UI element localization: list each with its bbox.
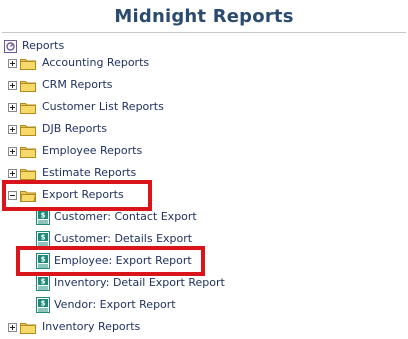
folder-icon: [20, 102, 36, 114]
folder-djb-reports[interactable]: DJB Reports: [8, 119, 107, 139]
report-icon: $: [36, 275, 50, 291]
title-divider: [2, 32, 406, 33]
folder-icon: [20, 168, 36, 180]
folder-label: DJB Reports: [42, 122, 107, 135]
expand-plus-icon[interactable]: [8, 80, 17, 90]
report-label: Employee: Export Report: [54, 254, 192, 267]
report-icon: $: [36, 231, 50, 247]
report-label: Customer: Details Export: [54, 232, 193, 245]
page-title: Midnight Reports: [114, 6, 294, 27]
folder-icon: [20, 58, 36, 70]
svg-text:$: $: [41, 234, 46, 242]
folder-inventory-reports[interactable]: Inventory Reports: [8, 317, 140, 337]
folder-label: Estimate Reports: [42, 166, 137, 179]
report-icon: $: [36, 253, 50, 269]
report-label: Customer: Contact Export: [54, 210, 197, 223]
expand-plus-icon[interactable]: [8, 124, 17, 134]
report-icon: $: [36, 297, 50, 313]
expand-plus-icon[interactable]: [8, 58, 17, 68]
folder-label: Customer List Reports: [42, 100, 164, 113]
expand-plus-icon[interactable]: [8, 102, 17, 112]
report-icon: $: [36, 209, 50, 225]
reports-root-icon: [4, 39, 17, 53]
report-label: Vendor: Export Report: [54, 298, 176, 311]
folder-icon: [20, 146, 36, 158]
folder-customer-list-reports[interactable]: Customer List Reports: [8, 97, 164, 117]
folder-open-icon: [20, 190, 36, 202]
report-customer-contact-export[interactable]: $ Customer: Contact Export: [36, 207, 197, 227]
svg-text:$: $: [41, 212, 46, 220]
folder-accounting-reports[interactable]: Accounting Reports: [8, 53, 149, 73]
folder-crm-reports[interactable]: CRM Reports: [8, 75, 113, 95]
expand-plus-icon[interactable]: [8, 168, 17, 178]
folder-export-reports[interactable]: Export Reports: [8, 185, 124, 205]
folder-estimate-reports[interactable]: Estimate Reports: [8, 163, 136, 183]
svg-text:$: $: [41, 278, 46, 286]
folder-icon: [20, 322, 36, 334]
report-inventory-detail-export-report[interactable]: $ Inventory: Detail Export Report: [36, 273, 225, 293]
collapse-minus-icon[interactable]: [8, 190, 17, 200]
folder-label: CRM Reports: [42, 78, 113, 91]
folder-label: Export Reports: [42, 188, 124, 201]
svg-text:$: $: [41, 300, 46, 308]
midnight-reports-page: Midnight Reports Reports Accounting Repo…: [0, 0, 408, 339]
expand-plus-icon[interactable]: [8, 146, 17, 156]
folder-label: Inventory Reports: [42, 320, 141, 333]
report-vendor-export-report[interactable]: $ Vendor: Export Report: [36, 295, 176, 315]
folder-employee-reports[interactable]: Employee Reports: [8, 141, 142, 161]
svg-text:$: $: [41, 256, 46, 264]
folder-icon: [20, 80, 36, 92]
report-label: Inventory: Detail Export Report: [54, 276, 225, 289]
folder-label: Accounting Reports: [42, 56, 150, 69]
folder-label: Employee Reports: [42, 144, 143, 157]
folder-icon: [20, 124, 36, 136]
report-customer-details-export[interactable]: $ Customer: Details Export: [36, 229, 192, 249]
report-employee-export-report[interactable]: $ Employee: Export Report: [36, 251, 192, 271]
expand-plus-icon[interactable]: [8, 322, 17, 332]
